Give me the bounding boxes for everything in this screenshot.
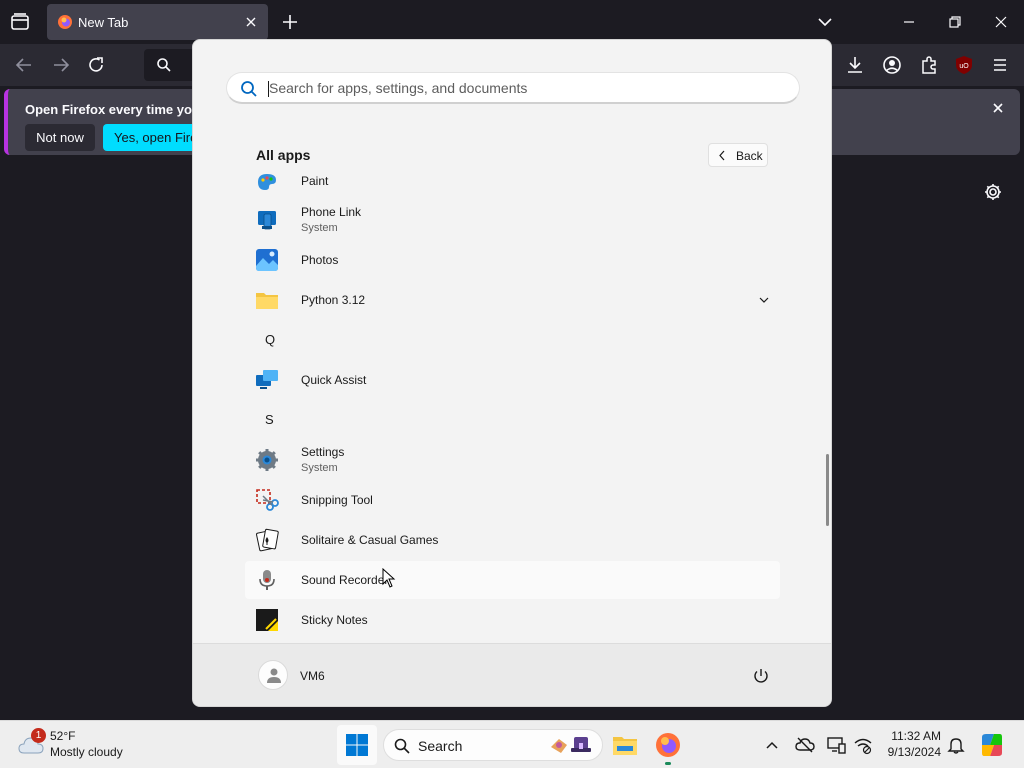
app-name: Sound Recorder	[301, 573, 389, 587]
firefox-view-icon[interactable]	[8, 10, 32, 34]
notification-text: Open Firefox every time you re	[25, 102, 216, 117]
user-icon	[267, 668, 281, 683]
taskbar: 1 52°F Mostly cloudy Search 11:32 AM 9/1…	[0, 720, 1024, 768]
power-icon[interactable]	[751, 666, 771, 686]
weather-description: Mostly cloudy	[50, 745, 123, 759]
chevron-down-icon[interactable]	[758, 294, 770, 306]
app-item-snipping-tool[interactable]: Snipping Tool	[245, 481, 780, 519]
back-arrow-icon[interactable]	[13, 54, 35, 76]
snipping-tool-icon	[256, 489, 279, 511]
chevron-down-icon[interactable]	[815, 12, 835, 32]
gear-icon[interactable]	[983, 182, 1003, 202]
folder-icon	[256, 293, 278, 309]
search-highlight-icon	[551, 737, 591, 753]
search-icon	[157, 58, 171, 72]
close-window-icon[interactable]	[991, 12, 1011, 32]
app-item-solitaire[interactable]: Solitaire & Casual Games	[245, 521, 780, 559]
new-tab-icon[interactable]	[280, 12, 300, 32]
clock-time[interactable]: 11:32 AM	[883, 729, 941, 743]
taskbar-search-label: Search	[418, 738, 463, 754]
app-name: Settings	[301, 445, 345, 459]
all-apps-list: Paint Phone Link System Photos Python 3.…	[193, 171, 831, 643]
app-item-sticky-notes[interactable]: Sticky Notes	[245, 601, 780, 639]
app-name: Phone Link	[301, 205, 362, 219]
downloads-icon[interactable]	[844, 54, 866, 76]
ublock-icon[interactable]: uO	[953, 54, 975, 76]
back-button[interactable]: Back	[708, 143, 768, 167]
start-menu-footer: VM6	[193, 643, 831, 706]
app-item-paint[interactable]: Paint	[245, 171, 780, 199]
windows-logo-icon	[346, 734, 368, 756]
browser-tab-bar: New Tab	[0, 0, 1024, 44]
app-name: Paint	[301, 174, 329, 188]
firefox-icon	[58, 15, 72, 29]
app-item-sound-recorder[interactable]: Sound Recorder	[245, 561, 780, 599]
search-icon	[241, 81, 257, 97]
app-subtitle: System	[301, 222, 338, 234]
close-icon[interactable]	[990, 100, 1006, 116]
open-firefox-button[interactable]: Yes, open Firefo	[103, 124, 203, 151]
reload-icon[interactable]	[85, 54, 107, 76]
photos-icon	[256, 249, 278, 271]
search-icon	[394, 738, 410, 754]
start-button[interactable]	[337, 725, 377, 765]
microphone-icon	[259, 570, 275, 590]
close-tab-icon[interactable]	[242, 13, 260, 31]
clock-date[interactable]: 9/13/2024	[883, 745, 941, 759]
phone-link-icon	[258, 211, 276, 230]
minimize-icon[interactable]	[899, 12, 919, 32]
taskbar-search[interactable]: Search	[383, 729, 603, 761]
solitaire-cards-icon	[256, 528, 279, 552]
network-icon[interactable]	[853, 735, 873, 755]
app-name: Snipping Tool	[301, 493, 373, 507]
letter-header-q[interactable]: Q	[265, 332, 275, 347]
app-name: Sticky Notes	[301, 613, 368, 627]
restore-icon[interactable]	[945, 12, 965, 32]
avatar[interactable]	[258, 660, 288, 690]
tab-title: New Tab	[78, 15, 129, 30]
forward-arrow-icon[interactable]	[50, 54, 72, 76]
all-apps-heading: All apps	[256, 147, 311, 163]
bell-icon[interactable]	[946, 735, 966, 755]
app-subtitle: System	[301, 462, 338, 474]
extensions-icon[interactable]	[918, 54, 940, 76]
paint-icon	[258, 174, 276, 190]
firefox-icon[interactable]	[652, 729, 684, 761]
app-item-phone-link[interactable]: Phone Link System	[245, 201, 780, 239]
display-icon[interactable]	[826, 735, 846, 755]
onedrive-offline-icon[interactable]	[795, 735, 815, 755]
start-menu: All apps Back Paint Phone Link System	[192, 39, 832, 707]
scrollbar-thumb[interactable]	[826, 454, 829, 526]
sticky-notes-icon	[256, 609, 278, 631]
back-label: Back	[736, 149, 763, 163]
app-name: Photos	[301, 253, 339, 267]
start-search-input[interactable]	[269, 73, 789, 103]
chevron-left-icon	[719, 150, 725, 161]
mouse-cursor-icon	[382, 568, 396, 588]
not-now-button[interactable]: Not now	[25, 124, 95, 151]
browser-tab[interactable]: New Tab	[47, 4, 268, 40]
settings-gear-icon	[256, 449, 278, 471]
weather-temperature: 52°F	[50, 729, 76, 743]
file-explorer-icon[interactable]	[609, 729, 641, 761]
letter-header-s[interactable]: S	[265, 412, 274, 427]
account-icon[interactable]	[881, 54, 903, 76]
quick-assist-icon	[256, 370, 278, 389]
menu-icon[interactable]	[989, 54, 1011, 76]
app-item-settings[interactable]: Settings System	[245, 441, 780, 479]
notification-badge: 1	[31, 728, 46, 743]
start-search-box[interactable]	[226, 72, 800, 104]
svg-text:uO: uO	[959, 63, 969, 70]
app-folder-python[interactable]: Python 3.12	[245, 281, 780, 319]
app-name: Quick Assist	[301, 373, 367, 387]
chevron-up-icon[interactable]	[762, 735, 782, 755]
app-name: Solitaire & Casual Games	[301, 533, 439, 547]
app-name: Python 3.12	[301, 293, 366, 307]
app-item-photos[interactable]: Photos	[245, 241, 780, 279]
app-item-quick-assist[interactable]: Quick Assist	[245, 361, 780, 399]
copilot-icon[interactable]	[978, 731, 1006, 759]
user-name[interactable]: VM6	[300, 669, 325, 683]
running-app-indicator	[665, 762, 671, 765]
